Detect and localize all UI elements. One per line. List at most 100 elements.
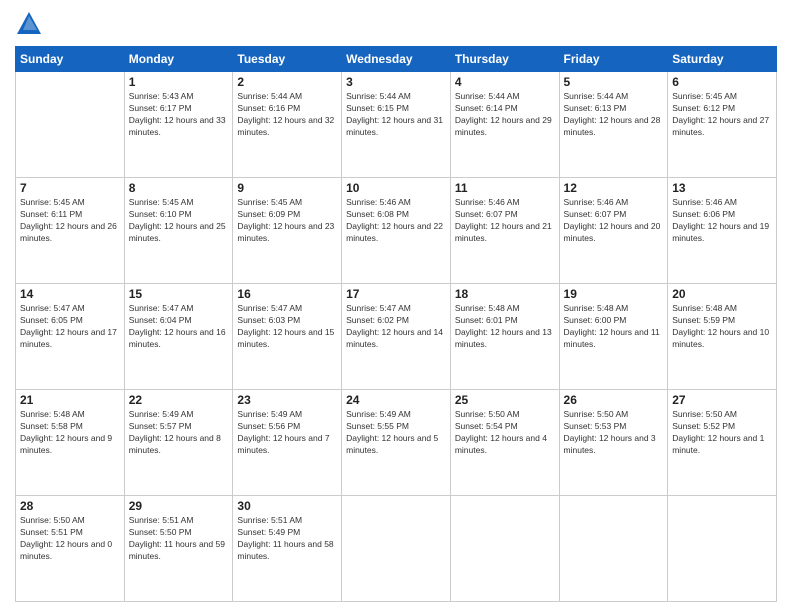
- cell-info: Sunrise: 5:50 AM Sunset: 5:53 PM Dayligh…: [564, 409, 664, 457]
- week-row-4: 21 Sunrise: 5:48 AM Sunset: 5:58 PM Dayli…: [16, 390, 777, 496]
- calendar-cell: 18 Sunrise: 5:48 AM Sunset: 6:01 PM Dayli…: [450, 284, 559, 390]
- day-number: 23: [237, 393, 337, 407]
- calendar-cell: [668, 496, 777, 602]
- calendar-cell: 7Sunrise: 5:45 AM Sunset: 6:11 PM Daylig…: [16, 178, 125, 284]
- calendar-cell: 13 Sunrise: 5:46 AM Sunset: 6:06 PM Dayli…: [668, 178, 777, 284]
- calendar-cell: 15 Sunrise: 5:47 AM Sunset: 6:04 PM Dayli…: [124, 284, 233, 390]
- day-number: 10: [346, 181, 446, 195]
- day-number: 3: [346, 75, 446, 89]
- day-number: 19: [564, 287, 664, 301]
- cell-info: Sunrise: 5:46 AM Sunset: 6:07 PM Dayligh…: [564, 197, 664, 245]
- calendar-cell: [16, 72, 125, 178]
- cell-info: Sunrise: 5:46 AM Sunset: 6:06 PM Dayligh…: [672, 197, 772, 245]
- calendar-cell: [450, 496, 559, 602]
- day-number: 2: [237, 75, 337, 89]
- calendar: SundayMondayTuesdayWednesdayThursdayFrid…: [15, 46, 777, 602]
- header: [15, 10, 777, 38]
- week-row-1: 1 Sunrise: 5:43 AM Sunset: 6:17 PM Daylig…: [16, 72, 777, 178]
- day-number: 15: [129, 287, 229, 301]
- cell-info: Sunrise: 5:44 AM Sunset: 6:15 PM Dayligh…: [346, 91, 446, 139]
- day-number: 9: [237, 181, 337, 195]
- weekday-header-saturday: Saturday: [668, 47, 777, 72]
- calendar-cell: 3 Sunrise: 5:44 AM Sunset: 6:15 PM Daylig…: [342, 72, 451, 178]
- day-number: 12: [564, 181, 664, 195]
- cell-info: Sunrise: 5:50 AM Sunset: 5:54 PM Dayligh…: [455, 409, 555, 457]
- day-number: 30: [237, 499, 337, 513]
- logo: [15, 10, 47, 38]
- cell-info: Sunrise: 5:46 AM Sunset: 6:07 PM Dayligh…: [455, 197, 555, 245]
- calendar-cell: [559, 496, 668, 602]
- day-number: 1: [129, 75, 229, 89]
- calendar-cell: 4 Sunrise: 5:44 AM Sunset: 6:14 PM Daylig…: [450, 72, 559, 178]
- day-number: 4: [455, 75, 555, 89]
- cell-info: Sunrise: 5:45 AM Sunset: 6:12 PM Dayligh…: [672, 91, 772, 139]
- cell-info: Sunrise: 5:47 AM Sunset: 6:03 PM Dayligh…: [237, 303, 337, 351]
- day-number: 25: [455, 393, 555, 407]
- cell-info: Sunrise: 5:44 AM Sunset: 6:14 PM Dayligh…: [455, 91, 555, 139]
- cell-info: Sunrise: 5:47 AM Sunset: 6:05 PM Dayligh…: [20, 303, 120, 351]
- weekday-header-friday: Friday: [559, 47, 668, 72]
- calendar-cell: 14 Sunrise: 5:47 AM Sunset: 6:05 PM Dayli…: [16, 284, 125, 390]
- cell-info: Sunrise: 5:44 AM Sunset: 6:13 PM Dayligh…: [564, 91, 664, 139]
- calendar-cell: 12 Sunrise: 5:46 AM Sunset: 6:07 PM Dayli…: [559, 178, 668, 284]
- cell-info: Sunrise: 5:45 AM Sunset: 6:11 PM Dayligh…: [20, 197, 120, 245]
- day-number: 29: [129, 499, 229, 513]
- cell-info: Sunrise: 5:45 AM Sunset: 6:10 PM Dayligh…: [129, 197, 229, 245]
- day-number: 21: [20, 393, 120, 407]
- page: SundayMondayTuesdayWednesdayThursdayFrid…: [0, 0, 792, 612]
- cell-info: Sunrise: 5:43 AM Sunset: 6:17 PM Dayligh…: [129, 91, 229, 139]
- calendar-cell: 11Sunrise: 5:46 AM Sunset: 6:07 PM Dayli…: [450, 178, 559, 284]
- calendar-cell: 1 Sunrise: 5:43 AM Sunset: 6:17 PM Daylig…: [124, 72, 233, 178]
- day-number: 24: [346, 393, 446, 407]
- calendar-cell: 21 Sunrise: 5:48 AM Sunset: 5:58 PM Dayli…: [16, 390, 125, 496]
- cell-info: Sunrise: 5:48 AM Sunset: 5:58 PM Dayligh…: [20, 409, 120, 457]
- logo-icon: [15, 10, 43, 38]
- cell-info: Sunrise: 5:48 AM Sunset: 6:00 PM Dayligh…: [564, 303, 664, 351]
- cell-info: Sunrise: 5:50 AM Sunset: 5:51 PM Dayligh…: [20, 515, 120, 563]
- calendar-cell: 26 Sunrise: 5:50 AM Sunset: 5:53 PM Dayli…: [559, 390, 668, 496]
- calendar-cell: 9 Sunrise: 5:45 AM Sunset: 6:09 PM Daylig…: [233, 178, 342, 284]
- week-row-2: 7Sunrise: 5:45 AM Sunset: 6:11 PM Daylig…: [16, 178, 777, 284]
- weekday-header-row: SundayMondayTuesdayWednesdayThursdayFrid…: [16, 47, 777, 72]
- calendar-cell: 25 Sunrise: 5:50 AM Sunset: 5:54 PM Dayli…: [450, 390, 559, 496]
- calendar-cell: [342, 496, 451, 602]
- cell-info: Sunrise: 5:48 AM Sunset: 5:59 PM Dayligh…: [672, 303, 772, 351]
- weekday-header-thursday: Thursday: [450, 47, 559, 72]
- calendar-cell: 2 Sunrise: 5:44 AM Sunset: 6:16 PM Daylig…: [233, 72, 342, 178]
- cell-info: Sunrise: 5:48 AM Sunset: 6:01 PM Dayligh…: [455, 303, 555, 351]
- cell-info: Sunrise: 5:46 AM Sunset: 6:08 PM Dayligh…: [346, 197, 446, 245]
- calendar-cell: 27Sunrise: 5:50 AM Sunset: 5:52 PM Dayli…: [668, 390, 777, 496]
- cell-info: Sunrise: 5:47 AM Sunset: 6:04 PM Dayligh…: [129, 303, 229, 351]
- cell-info: Sunrise: 5:51 AM Sunset: 5:50 PM Dayligh…: [129, 515, 229, 563]
- day-number: 6: [672, 75, 772, 89]
- weekday-header-monday: Monday: [124, 47, 233, 72]
- cell-info: Sunrise: 5:44 AM Sunset: 6:16 PM Dayligh…: [237, 91, 337, 139]
- day-number: 26: [564, 393, 664, 407]
- cell-info: Sunrise: 5:49 AM Sunset: 5:55 PM Dayligh…: [346, 409, 446, 457]
- weekday-header-tuesday: Tuesday: [233, 47, 342, 72]
- calendar-cell: 29 Sunrise: 5:51 AM Sunset: 5:50 PM Dayli…: [124, 496, 233, 602]
- day-number: 20: [672, 287, 772, 301]
- day-number: 28: [20, 499, 120, 513]
- day-number: 17: [346, 287, 446, 301]
- day-number: 14: [20, 287, 120, 301]
- cell-info: Sunrise: 5:49 AM Sunset: 5:57 PM Dayligh…: [129, 409, 229, 457]
- calendar-cell: 5 Sunrise: 5:44 AM Sunset: 6:13 PM Daylig…: [559, 72, 668, 178]
- calendar-cell: 17 Sunrise: 5:47 AM Sunset: 6:02 PM Dayli…: [342, 284, 451, 390]
- cell-info: Sunrise: 5:47 AM Sunset: 6:02 PM Dayligh…: [346, 303, 446, 351]
- weekday-header-wednesday: Wednesday: [342, 47, 451, 72]
- weekday-header-sunday: Sunday: [16, 47, 125, 72]
- day-number: 13: [672, 181, 772, 195]
- cell-info: Sunrise: 5:50 AM Sunset: 5:52 PM Dayligh…: [672, 409, 772, 457]
- day-number: 8: [129, 181, 229, 195]
- calendar-cell: 8 Sunrise: 5:45 AM Sunset: 6:10 PM Daylig…: [124, 178, 233, 284]
- calendar-cell: 28 Sunrise: 5:50 AM Sunset: 5:51 PM Dayli…: [16, 496, 125, 602]
- day-number: 22: [129, 393, 229, 407]
- cell-info: Sunrise: 5:51 AM Sunset: 5:49 PM Dayligh…: [237, 515, 337, 563]
- day-number: 16: [237, 287, 337, 301]
- calendar-cell: 20 Sunrise: 5:48 AM Sunset: 5:59 PM Dayli…: [668, 284, 777, 390]
- day-number: 5: [564, 75, 664, 89]
- day-number: 18: [455, 287, 555, 301]
- calendar-cell: 24 Sunrise: 5:49 AM Sunset: 5:55 PM Dayli…: [342, 390, 451, 496]
- cell-info: Sunrise: 5:45 AM Sunset: 6:09 PM Dayligh…: [237, 197, 337, 245]
